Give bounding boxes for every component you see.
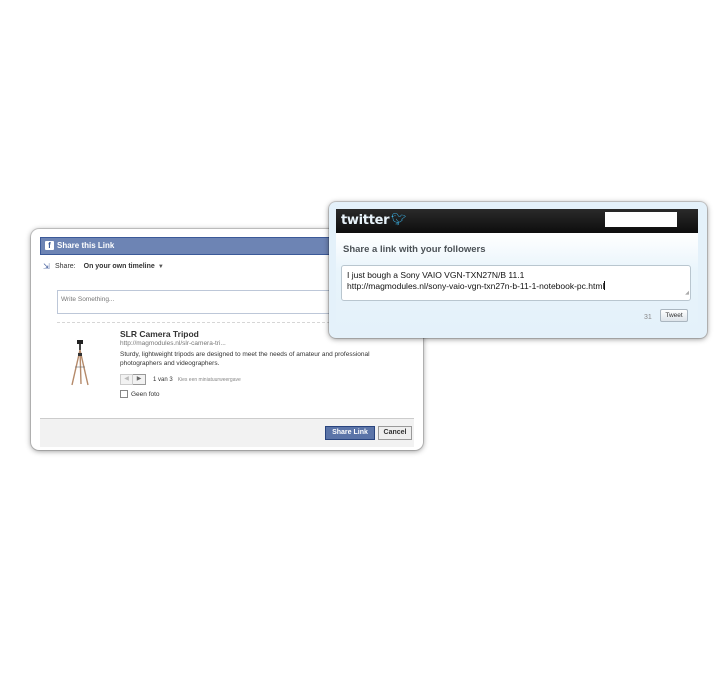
share-heading: Share a link with your followers xyxy=(343,244,486,255)
link-preview-title[interactable]: SLR Camera Tripod xyxy=(120,329,199,339)
tweet-input[interactable]: I just bough a Sony VAIO VGN-TXN27N/B 11… xyxy=(341,265,691,301)
twitter-logo: twitter xyxy=(341,213,390,228)
link-preview-description: Sturdy, lightweight tripods are designed… xyxy=(120,351,370,367)
share-label: Share: xyxy=(55,263,76,270)
share-audience-row: ⇲ Share: On your own timeline ▼ xyxy=(43,262,164,271)
previous-thumbnail-button[interactable]: ◀ xyxy=(120,374,133,385)
cancel-button[interactable]: Cancel xyxy=(378,426,412,440)
tripod-thumbnail xyxy=(71,340,89,386)
tweet-text-line-2: http://magmodules.nl/sony-vaio-vgn-txn27… xyxy=(347,281,685,292)
twitter-bird-icon: 🐦︎ xyxy=(391,212,407,226)
tweet-button[interactable]: Tweet xyxy=(660,309,688,322)
thumbnail-pager: ◀ ▶ 1 van 3 Kies een miniatuurweergave xyxy=(120,374,241,385)
resize-handle-icon[interactable]: ◢ xyxy=(685,288,689,299)
twitter-body: Share a link with your followers I just … xyxy=(336,233,698,331)
share-link-button[interactable]: Share Link xyxy=(325,426,375,440)
twitter-share-dialog: twitter 🐦︎ Share a link with your follow… xyxy=(329,202,707,338)
tweet-text-line-1: I just bough a Sony VAIO VGN-TXN27N/B 11… xyxy=(347,270,525,280)
share-arrow-icon: ⇲ xyxy=(43,262,50,271)
tweet-url: http://magmodules.nl/sony-vaio-vgn-txn27… xyxy=(347,281,605,291)
dialog-footer: Share Link Cancel xyxy=(40,418,414,447)
twitter-topbar: twitter 🐦︎ xyxy=(336,209,698,233)
no-photo-label: Geen foto xyxy=(131,390,160,398)
next-thumbnail-button[interactable]: ▶ xyxy=(133,374,146,385)
audience-selector[interactable]: On your own timeline xyxy=(84,263,155,270)
account-area[interactable] xyxy=(605,212,677,227)
text-cursor xyxy=(604,281,606,290)
link-preview-url: http://magmodules.nl/slr-camera-tri... xyxy=(120,340,226,347)
character-counter: 31 xyxy=(644,314,652,321)
no-photo-option[interactable]: Geen foto xyxy=(120,390,160,398)
thumbnail-hint: Kies een miniatuurweergave xyxy=(177,376,241,383)
chevron-down-icon[interactable]: ▼ xyxy=(158,264,164,270)
thumbnail-count: 1 van 3 xyxy=(153,376,173,383)
facebook-f-icon: f xyxy=(45,241,54,250)
no-photo-checkbox[interactable] xyxy=(120,390,128,398)
dialog-title: Share this Link xyxy=(57,241,115,250)
